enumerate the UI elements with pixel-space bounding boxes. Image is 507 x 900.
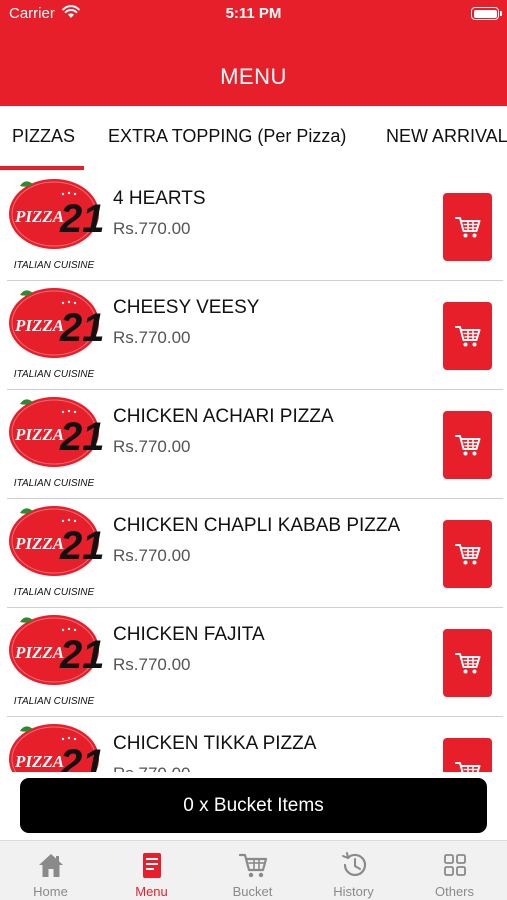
nav-bucket[interactable]: Bucket — [202, 841, 303, 900]
menu-item[interactable]: PIZZA 21 ITALIAN CUISINE CHICKEN TIKKA P… — [7, 717, 503, 772]
menu-item[interactable]: PIZZA 21 ITALIAN CUISINE 4 HEARTS Rs.770… — [7, 172, 503, 281]
svg-text:21: 21 — [59, 633, 103, 677]
menu-icon — [142, 853, 161, 878]
svg-text:21: 21 — [59, 197, 103, 241]
item-price: Rs.770.00 — [113, 437, 191, 456]
menu-item[interactable]: PIZZA 21 ITALIAN CUISINE CHEESY VEESY Rs… — [7, 281, 503, 390]
cart-icon — [454, 544, 480, 565]
nav-history-label: History — [333, 884, 374, 899]
bucket-items-label: 0 x Bucket Items — [183, 794, 324, 816]
svg-text:21: 21 — [59, 415, 103, 459]
add-to-cart-button[interactable] — [443, 738, 492, 772]
svg-text:PIZZA: PIZZA — [14, 207, 64, 226]
svg-text:ITALIAN CUISINE: ITALIAN CUISINE — [14, 587, 95, 598]
item-price: Rs.770.00 — [113, 764, 191, 772]
item-name: CHICKEN CHAPLI KABAB PIZZA — [113, 515, 401, 536]
item-name: CHICKEN ACHARI PIZZA — [113, 406, 334, 427]
pizza21-logo: PIZZA 21 ITALIAN CUISINE — [9, 179, 103, 271]
svg-text:PIZZA: PIZZA — [14, 316, 64, 335]
pizza21-logo: PIZZA 21 ITALIAN CUISINE — [9, 288, 103, 380]
pizza21-logo: PIZZA 21 ITALIAN CUISINE — [9, 724, 103, 772]
history-icon — [341, 852, 366, 877]
pizza21-logo: PIZZA 21 ITALIAN CUISINE — [9, 615, 103, 707]
nav-others-label: Others — [434, 884, 474, 899]
cart-icon — [454, 435, 480, 456]
battery-icon — [471, 7, 502, 20]
pizza21-logo: PIZZA 21 ITALIAN CUISINE — [9, 506, 103, 598]
cart-icon — [454, 217, 480, 238]
svg-text:21: 21 — [59, 306, 103, 350]
menu-item[interactable]: PIZZA 21 ITALIAN CUISINE CHICKEN ACHARI … — [7, 390, 503, 499]
item-name: 4 HEARTS — [113, 188, 206, 209]
menu-item[interactable]: PIZZA 21 ITALIAN CUISINE CHICKEN FAJITA … — [7, 608, 503, 717]
svg-text:PIZZA: PIZZA — [14, 643, 64, 662]
menu-list[interactable]: PIZZA 21 ITALIAN CUISINE 4 HEARTS Rs.770… — [0, 172, 507, 772]
item-name: CHICKEN TIKKA PIZZA — [113, 733, 317, 754]
svg-text:ITALIAN CUISINE: ITALIAN CUISINE — [14, 369, 95, 380]
bottom-tab-bar: Home Menu Bucket History Others — [0, 840, 507, 900]
svg-text:ITALIAN CUISINE: ITALIAN CUISINE — [14, 696, 95, 707]
tab-pizzas[interactable]: PIZZAS — [12, 126, 75, 147]
svg-text:ITALIAN CUISINE: ITALIAN CUISINE — [14, 260, 95, 271]
svg-text:PIZZA: PIZZA — [14, 752, 64, 771]
add-to-cart-button[interactable] — [443, 629, 492, 697]
menu-item[interactable]: PIZZA 21 ITALIAN CUISINE CHICKEN CHAPLI … — [7, 499, 503, 608]
nav-history[interactable]: History — [303, 841, 404, 900]
add-to-cart-button[interactable] — [443, 193, 492, 261]
cart-icon — [454, 762, 480, 772]
svg-text:21: 21 — [59, 524, 103, 568]
cart-icon — [238, 853, 267, 878]
clock-time: 5:11 PM — [225, 5, 282, 22]
item-price: Rs.770.00 — [113, 655, 191, 674]
grid-icon — [443, 854, 466, 876]
add-to-cart-button[interactable] — [443, 302, 492, 370]
add-to-cart-button[interactable] — [443, 520, 492, 588]
tab-new-arrival[interactable]: NEW ARRIVAL — [386, 126, 507, 147]
active-tab-indicator — [0, 166, 84, 170]
page-title: MENU — [220, 64, 287, 89]
item-price: Rs.770.00 — [113, 219, 191, 238]
bucket-items-button[interactable]: 0 x Bucket Items — [20, 778, 487, 833]
svg-text:PIZZA: PIZZA — [14, 425, 64, 444]
cart-icon — [454, 653, 480, 674]
svg-text:ITALIAN CUISINE: ITALIAN CUISINE — [14, 478, 95, 489]
tab-extra-topping[interactable]: EXTRA TOPPING (Per Pizza) — [108, 126, 346, 147]
item-price: Rs.770.00 — [113, 328, 191, 347]
status-bar: Carrier 5:11 PM — [0, 0, 507, 28]
item-name: CHEESY VEESY — [113, 297, 260, 318]
nav-menu-label: Menu — [135, 884, 168, 899]
svg-text:PIZZA: PIZZA — [14, 534, 64, 553]
nav-others[interactable]: Others — [404, 841, 505, 900]
item-price: Rs.770.00 — [113, 546, 191, 565]
add-to-cart-button[interactable] — [443, 411, 492, 479]
svg-text:21: 21 — [59, 742, 103, 772]
home-icon — [38, 854, 63, 877]
item-name: CHICKEN FAJITA — [113, 624, 265, 645]
nav-bucket-label: Bucket — [232, 884, 273, 899]
cart-icon — [454, 326, 480, 347]
pizza21-logo: PIZZA 21 ITALIAN CUISINE — [9, 397, 103, 489]
category-tabs: PIZZAS EXTRA TOPPING (Per Pizza) NEW ARR… — [0, 106, 507, 170]
nav-menu[interactable]: Menu — [101, 841, 202, 900]
nav-home[interactable]: Home — [0, 841, 101, 900]
app-header: Carrier 5:11 PM MENU — [0, 0, 507, 106]
nav-home-label: Home — [33, 884, 68, 899]
